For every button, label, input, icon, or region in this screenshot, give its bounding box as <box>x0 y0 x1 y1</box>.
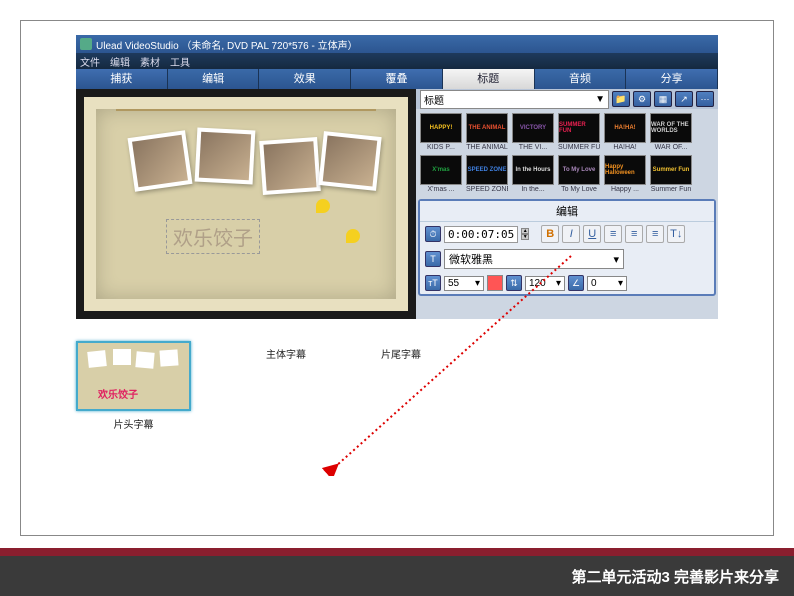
app-icon <box>80 38 92 50</box>
leading-select[interactable]: 120▾ <box>525 276 565 291</box>
title-preset[interactable]: HA!HA!HA!HA! <box>604 113 646 151</box>
library-category-select[interactable]: 标题▼ <box>420 90 609 109</box>
preview-canvas[interactable]: 欢乐饺子 <box>84 97 408 311</box>
menubar: 文件 编辑 素材 工具 <box>76 53 718 69</box>
rotation-select[interactable]: 0▾ <box>587 276 627 291</box>
title-preset[interactable]: To My LoveTo My Love <box>558 155 600 193</box>
library-view-button[interactable]: ▦ <box>654 91 672 107</box>
tab-share[interactable]: 分享 <box>626 69 718 89</box>
edit-panel: 编辑 ⏱ 0:00:07:05 ▲▼ B I U ≡ ≡ ≡ T↓ <box>418 199 716 296</box>
tab-edit[interactable]: 编辑 <box>168 69 260 89</box>
menu-file[interactable]: 文件 <box>80 54 100 69</box>
preview-panel: 欢乐饺子 <box>76 89 416 319</box>
photo-frame <box>128 130 193 192</box>
clip-tail[interactable]: 片尾字幕 <box>381 341 421 431</box>
title-preset[interactable]: WAR OF THE WORLDSWAR OF... <box>650 113 692 151</box>
title-preset[interactable]: Happy HalloweenHappy ... <box>604 155 646 193</box>
menu-edit[interactable]: 编辑 <box>110 54 130 69</box>
duration-field[interactable]: 0:00:07:05 <box>444 226 518 243</box>
title-preset[interactable]: Summer FunSummer Fun <box>650 155 692 193</box>
title-gallery: HAPPY!KIDS P...THE ANIMALTHE ANIMALVICTO… <box>416 109 718 197</box>
title-preset[interactable]: VICTORYTHE VI... <box>512 113 554 151</box>
align-left-button[interactable]: ≡ <box>604 225 622 243</box>
tab-overlay[interactable]: 覆叠 <box>351 69 443 89</box>
title-text: Ulead VideoStudio （未命名, DVD PAL 720*576 … <box>96 37 358 52</box>
titlebar: Ulead VideoStudio （未命名, DVD PAL 720*576 … <box>76 35 718 53</box>
footer-accent <box>0 548 794 556</box>
slide-footer: 第二单元活动3 完善影片来分享 <box>0 556 794 596</box>
duration-spinner[interactable]: ▲▼ <box>521 228 529 240</box>
library-manage-button[interactable]: ⋯ <box>696 91 714 107</box>
align-right-button[interactable]: ≡ <box>646 225 664 243</box>
bold-button[interactable]: B <box>541 225 559 243</box>
vertical-text-button[interactable]: T↓ <box>667 225 685 243</box>
library-header: 标题▼ 📁 ⚙ ▦ ↗ ⋯ <box>416 89 718 109</box>
title-preset[interactable]: X'masX'mas ... <box>420 155 462 193</box>
title-preset[interactable]: THE ANIMALTHE ANIMAL <box>466 113 508 151</box>
font-size-select[interactable]: 55▾ <box>444 276 484 291</box>
align-center-button[interactable]: ≡ <box>625 225 643 243</box>
photo-frame <box>195 128 256 185</box>
library-folder-button[interactable]: 📁 <box>612 91 630 107</box>
library-expand-button[interactable]: ↗ <box>675 91 693 107</box>
library-sort-button[interactable]: ⚙ <box>633 91 651 107</box>
clip-body[interactable]: 主体字幕 <box>266 341 306 431</box>
tab-audio[interactable]: 音频 <box>535 69 627 89</box>
step-tabs: 捕获 编辑 效果 覆叠 标题 音频 分享 <box>76 69 718 89</box>
tab-effect[interactable]: 效果 <box>259 69 351 89</box>
flower-decoration <box>306 179 396 299</box>
title-preset[interactable]: SUMMER FUNSUMMER FUN <box>558 113 600 151</box>
chevron-down-icon: ▾ <box>613 253 619 266</box>
chevron-down-icon: ▼ <box>595 94 605 105</box>
tab-title[interactable]: 标题 <box>443 69 535 89</box>
font-select[interactable]: 微软雅黑▾ <box>444 249 624 269</box>
underline-button[interactable]: U <box>583 225 601 243</box>
font-color-swatch[interactable] <box>487 275 503 291</box>
title-preset[interactable]: HAPPY!KIDS P... <box>420 113 462 151</box>
title-caption[interactable]: 欢乐饺子 <box>166 219 260 254</box>
title-preset[interactable]: SPEED ZONESPEED ZONE <box>466 155 508 193</box>
clock-icon: ⏱ <box>425 226 441 242</box>
menu-clip[interactable]: 素材 <box>140 54 160 69</box>
italic-button[interactable]: I <box>562 225 580 243</box>
clip-head[interactable]: 欢乐饺子 片头字幕 <box>76 341 191 431</box>
edit-header: 编辑 <box>420 201 714 222</box>
timeline-thumbs: 欢乐饺子 片头字幕 主体字幕 片尾字幕 <box>76 341 421 431</box>
rotation-icon: ∠ <box>568 275 584 291</box>
leading-icon: ⇅ <box>506 275 522 291</box>
size-icon: тT <box>425 275 441 291</box>
tab-capture[interactable]: 捕获 <box>76 69 168 89</box>
text-icon: T <box>425 251 441 267</box>
menu-tools[interactable]: 工具 <box>170 54 190 69</box>
title-preset[interactable]: In the HoursIn the... <box>512 155 554 193</box>
